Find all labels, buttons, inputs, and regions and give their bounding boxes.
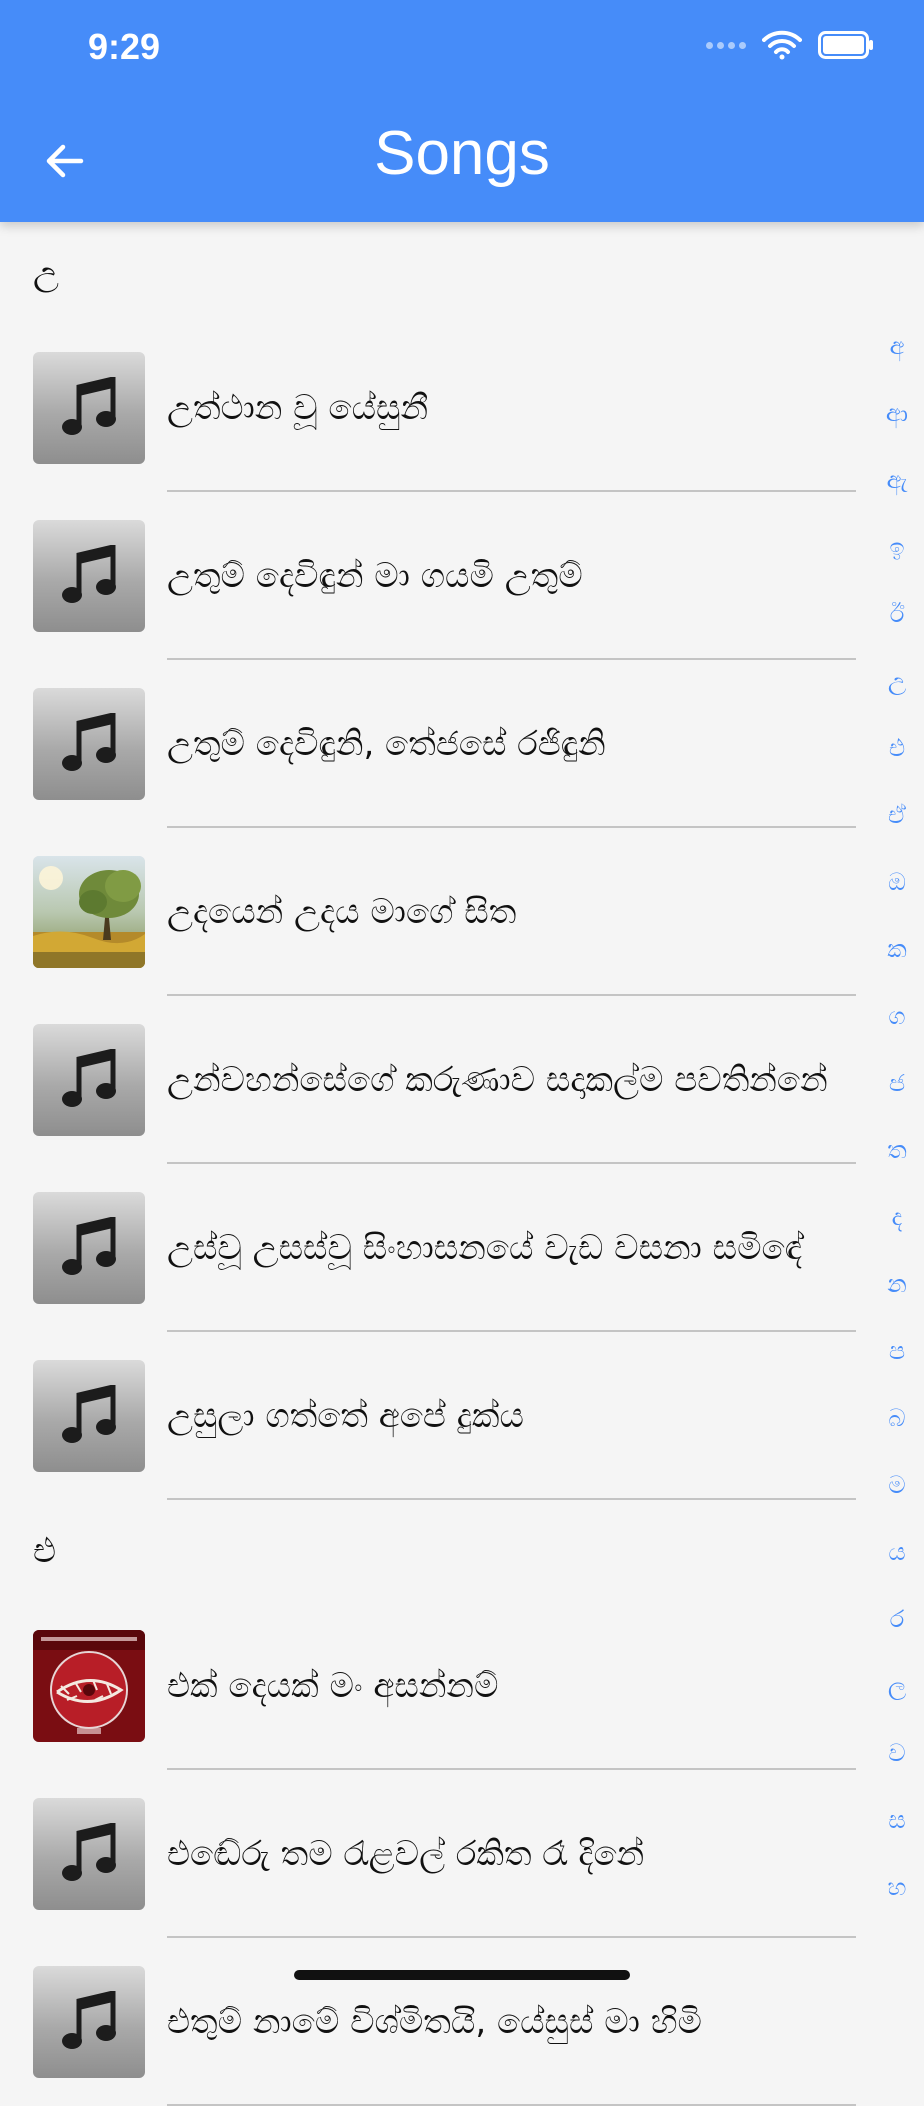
song-title: උත්ථාන වූ යේසුනී bbox=[167, 388, 429, 428]
song-title: උදයෙන් උදය මාගේ සිත bbox=[167, 892, 517, 932]
page-title: Songs bbox=[374, 119, 550, 188]
album-art-landscape bbox=[33, 856, 145, 968]
song-title: එතුම් නාමේ විශ්මිතයි, යේසුස් මා හිමි bbox=[167, 2002, 702, 2042]
wifi-icon bbox=[762, 30, 802, 60]
index-letter[interactable]: උ bbox=[888, 647, 906, 714]
music-note-icon bbox=[33, 1024, 145, 1136]
song-title: උන්වහන්සේගේ කරුණාව සදාකල්ම පවතින්නේ bbox=[167, 1060, 828, 1100]
index-letter[interactable]: ග bbox=[888, 982, 905, 1049]
song-row[interactable]: උසුලා ගත්තේ අපේ දුක්ය bbox=[0, 1332, 860, 1500]
index-letter[interactable]: ස bbox=[888, 1786, 905, 1853]
index-letter[interactable]: ඊ bbox=[890, 580, 905, 647]
index-letter[interactable]: ය bbox=[888, 1518, 905, 1585]
song-row[interactable]: උන්වහන්සේගේ කරුණාව සදාකල්ම පවතින්නේ bbox=[0, 996, 860, 1164]
song-title: එක් දෙයක් මං අසන්නම් bbox=[167, 1666, 499, 1706]
song-row[interactable]: උදයෙන් උදය මාගේ සිත bbox=[0, 828, 860, 996]
index-letter[interactable]: ම bbox=[888, 1451, 905, 1518]
album-art-crown-of-thorns bbox=[33, 1630, 145, 1742]
index-letter[interactable]: ව bbox=[888, 1719, 905, 1786]
home-indicator[interactable] bbox=[294, 1970, 630, 1980]
index-letter[interactable]: ද bbox=[892, 1183, 903, 1250]
divider bbox=[167, 1498, 856, 1500]
music-note-icon bbox=[33, 1192, 145, 1304]
song-title: උස්වූ උසස්වූ සිංහාසනයේ වැඩ වසනා සමිඳේ bbox=[167, 1228, 803, 1268]
index-letter[interactable]: ප bbox=[889, 1317, 905, 1384]
alphabet-index-bar[interactable]: අ ආ ඇ ඉ ඊ උ එ ඒ ඔ ක ග ජ ත ද න ප බ ම ය ර … bbox=[870, 312, 924, 1920]
index-letter[interactable]: න bbox=[887, 1250, 907, 1317]
index-letter[interactable]: ල bbox=[888, 1652, 906, 1719]
music-note-icon bbox=[33, 520, 145, 632]
music-note-icon bbox=[33, 352, 145, 464]
music-note-icon bbox=[33, 1360, 145, 1472]
song-row[interactable]: උත්ථාන වූ යේසුනී bbox=[0, 324, 860, 492]
index-letter[interactable]: ත bbox=[887, 1116, 907, 1183]
index-letter[interactable]: එ bbox=[889, 714, 905, 781]
music-note-icon bbox=[33, 688, 145, 800]
song-row[interactable]: උස්වූ උසස්වූ සිංහාසනයේ වැඩ වසනා සමිඳේ bbox=[0, 1164, 860, 1332]
music-note-icon bbox=[33, 1966, 145, 2078]
song-row[interactable]: එක් දෙයක් මං අසන්නම් bbox=[0, 1602, 860, 1770]
battery-icon bbox=[818, 31, 873, 59]
index-letter[interactable]: ආ bbox=[886, 379, 908, 446]
app-header: 9:29 Songs bbox=[0, 0, 924, 222]
index-letter[interactable]: බ bbox=[888, 1384, 905, 1451]
song-row[interactable]: එඬේරු තම රැළවල් රකිත රෑ දිනේ bbox=[0, 1770, 860, 1938]
index-letter[interactable]: ඒ bbox=[888, 781, 906, 848]
song-title: එඬේරු තම රැළවල් රකිත රෑ දිනේ bbox=[167, 1834, 645, 1874]
index-letter[interactable]: ඔ bbox=[888, 848, 906, 915]
status-icons bbox=[706, 30, 874, 60]
song-row[interactable]: උතුම් දෙවිඳුනි, තේජසේ රජිඳුනි bbox=[0, 660, 860, 828]
section-header: උ bbox=[33, 253, 59, 293]
section-header: එ bbox=[33, 1531, 57, 1571]
status-time: 9:29 bbox=[88, 26, 161, 67]
song-row[interactable]: එතුම් නාමේ විශ්මිතයි, යේසුස් මා හිමි bbox=[0, 1938, 860, 2106]
song-row[interactable]: උතුම් දෙවිඳුන් මා ගයමි උතුම් bbox=[0, 492, 860, 660]
index-letter[interactable]: ඇ bbox=[887, 446, 908, 513]
index-letter[interactable]: ඉ bbox=[889, 513, 904, 580]
song-title: උතුම් දෙවිඳුනි, තේජසේ රජිඳුනි bbox=[167, 724, 606, 764]
index-letter[interactable]: අ bbox=[890, 312, 905, 379]
song-title: උසුලා ගත්තේ අපේ දුක්ය bbox=[167, 1396, 524, 1436]
song-title: උතුම් දෙවිඳුන් මා ගයමි උතුම් bbox=[167, 556, 583, 596]
index-letter[interactable]: ජ bbox=[889, 1049, 905, 1116]
song-list: උ උත්ථාන වූ යේසුනී උතුම් දෙවිඳුන් මා ගයම… bbox=[0, 222, 860, 2106]
index-letter[interactable]: ර bbox=[890, 1585, 905, 1652]
index-letter[interactable]: ක bbox=[887, 915, 907, 982]
index-letter[interactable]: හ bbox=[888, 1853, 907, 1920]
music-note-icon bbox=[33, 1798, 145, 1910]
cellular-signal-icon bbox=[706, 41, 746, 49]
